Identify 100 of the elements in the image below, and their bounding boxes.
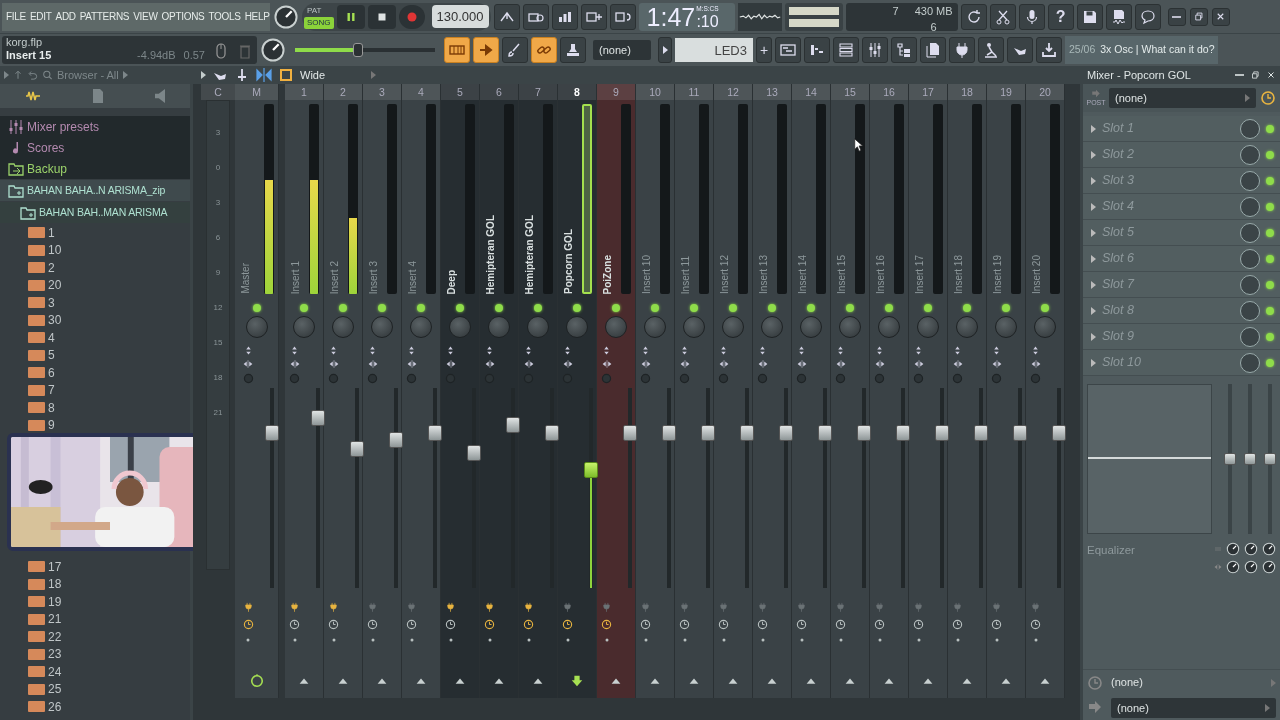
toolbar-button[interactable]	[522, 3, 549, 30]
slot-led[interactable]	[1266, 306, 1274, 315]
mute-led[interactable]	[252, 304, 261, 312]
pan-knob[interactable]	[527, 316, 549, 338]
mixer-strip[interactable]: 14 Insert 14	[792, 84, 831, 698]
help-button[interactable]: ?	[1047, 3, 1074, 30]
slot-led[interactable]	[1266, 176, 1274, 185]
mute-led[interactable]	[768, 304, 776, 312]
eq-knob[interactable]	[1262, 542, 1276, 556]
fader-thumb[interactable]	[895, 424, 910, 441]
menu-item[interactable]: PATTERNS	[79, 9, 130, 24]
mode-toggle[interactable]: PAT	[304, 4, 334, 17]
toolbar-button[interactable]	[862, 37, 888, 63]
mute-led[interactable]	[924, 304, 932, 312]
mute-led[interactable]	[378, 304, 386, 312]
main-knob[interactable]	[273, 3, 299, 30]
slot-led[interactable]	[1266, 228, 1274, 237]
pattern-dropdown[interactable]: (none)	[593, 40, 651, 60]
toolbar-button[interactable]	[609, 3, 636, 30]
mixer-strip[interactable]: 20 Insert 20	[1026, 84, 1065, 698]
mixer-strip[interactable]: 15 Insert 15	[831, 84, 870, 698]
mix-knob[interactable]	[1240, 222, 1260, 243]
mix-knob[interactable]	[1240, 248, 1260, 269]
mixer-strip[interactable]: 11 Insert 11	[675, 84, 714, 698]
fader-thumb[interactable]	[622, 424, 637, 441]
browser-item[interactable]: Scores	[0, 137, 190, 158]
slot-led[interactable]	[1266, 332, 1274, 341]
mute-led[interactable]	[1041, 304, 1049, 312]
mixer-strip[interactable]: 4 Insert 4	[402, 84, 441, 698]
mix-knob[interactable]	[1240, 326, 1260, 347]
mix-knob[interactable]	[1240, 118, 1260, 139]
toolbar-button[interactable]	[920, 37, 946, 63]
sample-item[interactable]: 17	[0, 558, 190, 576]
fader-thumb[interactable]	[973, 424, 988, 441]
sample-item[interactable]: 24	[0, 663, 190, 681]
sample-item[interactable]: 2	[0, 259, 190, 277]
restore-button[interactable]	[1189, 7, 1208, 26]
sample-item[interactable]: 3	[0, 294, 190, 312]
toolbar-button[interactable]	[1105, 3, 1132, 30]
slot-led[interactable]	[1266, 124, 1274, 133]
browser-item[interactable]: BAHAN BAHA..N ARISMA_zip	[0, 180, 190, 201]
fader-thumb[interactable]	[934, 424, 949, 441]
tempo-field[interactable]: 130.000	[431, 4, 489, 29]
mute-led[interactable]	[573, 304, 581, 312]
mixer-strip[interactable]: 6 Hemipteran GOL	[480, 84, 519, 698]
mute-led[interactable]	[963, 304, 971, 312]
eq-knob[interactable]	[1262, 560, 1276, 574]
mute-led[interactable]	[456, 304, 464, 312]
input-dropdown[interactable]: (none)	[1109, 88, 1256, 108]
sample-item[interactable]: 4	[0, 329, 190, 347]
fader-thumb[interactable]	[1012, 424, 1027, 441]
toolbar-button[interactable]	[1018, 3, 1045, 30]
menu-item[interactable]: TOOLS	[208, 9, 241, 24]
minimize-button[interactable]	[1167, 7, 1186, 26]
browser-item[interactable]: Backup	[0, 158, 190, 179]
mix-knob[interactable]	[1240, 196, 1260, 217]
slot-led[interactable]	[1266, 254, 1274, 263]
sample-item[interactable]: 8	[0, 399, 190, 417]
mute-led[interactable]	[417, 304, 425, 312]
toolbar-button[interactable]	[833, 37, 859, 63]
toolbar-button[interactable]	[989, 3, 1016, 30]
menu-item[interactable]: OPTIONS	[161, 9, 205, 24]
fader-thumb[interactable]	[739, 424, 754, 441]
sample-item[interactable]: 22	[0, 628, 190, 646]
fader-thumb[interactable]	[1244, 453, 1256, 465]
fader-thumb[interactable]	[661, 424, 676, 441]
toolbar-button[interactable]	[1007, 37, 1033, 63]
fader-thumb[interactable]	[310, 410, 325, 427]
mute-led[interactable]	[300, 304, 308, 312]
pan-knob[interactable]	[566, 316, 588, 338]
fader-thumb[interactable]	[466, 445, 481, 462]
mute-led[interactable]	[729, 304, 737, 312]
fader-thumb[interactable]	[388, 432, 403, 449]
sample-item[interactable]: 5	[0, 346, 190, 364]
toolbar-button[interactable]	[551, 3, 578, 30]
sample-item[interactable]: 20	[0, 276, 190, 294]
mixer-strip[interactable]: 12 Insert 12	[714, 84, 753, 698]
fader-thumb[interactable]	[778, 424, 793, 441]
mix-knob[interactable]	[1240, 352, 1260, 373]
slot-led[interactable]	[1266, 280, 1274, 289]
mute-led[interactable]	[612, 304, 620, 312]
tool-button[interactable]	[473, 37, 499, 63]
play-button[interactable]	[658, 37, 672, 63]
mixer-strip[interactable]: 16 Insert 16	[870, 84, 909, 698]
toolbar-button[interactable]	[804, 37, 830, 63]
toolbar-button[interactable]	[978, 37, 1004, 63]
menu-item[interactable]: ADD	[55, 9, 76, 24]
toolbar-button[interactable]	[1036, 37, 1062, 63]
fader-thumb[interactable]	[817, 424, 832, 441]
menu-item[interactable]: EDIT	[29, 9, 52, 24]
pan-knob[interactable]	[605, 316, 627, 338]
toolbar-button[interactable]	[493, 3, 520, 30]
mixer-strip[interactable]: 17 Insert 17	[909, 84, 948, 698]
mixer-strip[interactable]: 3 Insert 3	[363, 84, 402, 698]
fader-thumb[interactable]	[505, 417, 520, 434]
fader-thumb[interactable]	[583, 461, 598, 478]
mode-toggle[interactable]: SONG	[304, 16, 334, 29]
mute-led[interactable]	[339, 304, 347, 312]
mixer-strip[interactable]: 13 Insert 13	[753, 84, 792, 698]
save-button[interactable]	[1076, 3, 1103, 30]
